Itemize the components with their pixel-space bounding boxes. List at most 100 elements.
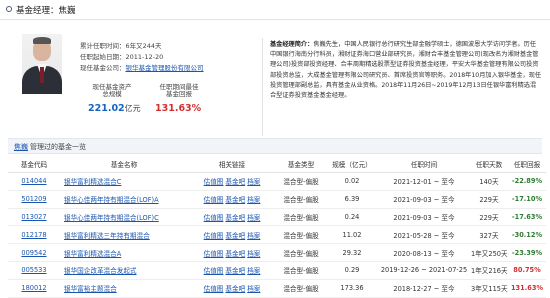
fund-scale: 173.36 bbox=[326, 279, 378, 298]
col-header-period: 任职时间 bbox=[378, 156, 470, 173]
col-header-type: 基金类型 bbox=[276, 156, 326, 173]
tenure-days: 229天 bbox=[470, 190, 508, 209]
fund-name-link[interactable]: 银华国企改革混合发起式 bbox=[64, 267, 137, 275]
table-row: 005533 银华国企改革混合发起式 估值图 基金吧 档案 混合型-偏股 0.29 2019-… bbox=[8, 261, 546, 280]
fund-code-link[interactable]: 014044 bbox=[21, 177, 46, 185]
fund-history-table: 基金代码 基金名称 相关链接 基金类型 规模（亿元） 任职时间 任职天数 任职回… bbox=[8, 156, 546, 298]
table-row: 501209 银华心佳两年持有期混合(LOF)A 估值图 基金吧 档案 混合型-偏股 6.3… bbox=[8, 190, 546, 209]
col-header-links: 相关链接 bbox=[188, 156, 276, 173]
fund-forum-link[interactable]: 基金吧 bbox=[225, 267, 245, 275]
fund-code-link[interactable]: 013027 bbox=[21, 213, 46, 221]
tenure-period: 2021-09-03 ~ 至今 bbox=[378, 208, 470, 227]
valuation-chart-link[interactable]: 估值图 bbox=[204, 250, 224, 258]
tenure-period: 2019-12-26 ~ 2021-07-25 bbox=[378, 261, 470, 280]
fund-scale: 29.32 bbox=[326, 243, 378, 262]
fund-type: 混合型-偏股 bbox=[276, 243, 326, 262]
tenure-return: 80.75% bbox=[508, 261, 546, 280]
col-header-name: 基金名称 bbox=[60, 156, 188, 173]
fund-type: 混合型-偏股 bbox=[276, 279, 326, 298]
fund-name-link[interactable]: 银华富利精选三年持有期混合 bbox=[64, 232, 150, 240]
history-manager-link[interactable]: 焦巍 bbox=[14, 142, 28, 152]
tenure-value: 6年又244天 bbox=[125, 42, 162, 50]
tenure-days: 140天 bbox=[470, 172, 508, 191]
fund-profile-link[interactable]: 档案 bbox=[247, 232, 260, 240]
table-header-row: 基金代码 基金名称 相关链接 基金类型 规模（亿元） 任职时间 任职天数 任职回… bbox=[8, 156, 546, 173]
fund-name-link[interactable]: 银华富裕主题混合 bbox=[64, 285, 117, 293]
best-return-value: 131.63% bbox=[155, 103, 202, 114]
tenure-period: 2020-08-13 ~ 至今 bbox=[378, 243, 470, 262]
fund-code-link[interactable]: 501209 bbox=[21, 195, 46, 203]
fund-profile-link[interactable]: 档案 bbox=[247, 250, 260, 258]
table-row: 180012 银华富裕主题混合 估值图 基金吧 档案 混合型-偏股 173.36 2018-1… bbox=[8, 279, 546, 298]
fund-scale: 11.02 bbox=[326, 225, 378, 245]
fund-forum-link[interactable]: 基金吧 bbox=[225, 232, 245, 240]
fund-scale: 0.02 bbox=[326, 172, 378, 191]
fund-type: 混合型-偏股 bbox=[276, 225, 326, 245]
tenure-return: -30.12% bbox=[508, 225, 546, 245]
col-header-code: 基金代码 bbox=[8, 156, 60, 173]
fund-scale: 6.39 bbox=[326, 190, 378, 209]
company-link[interactable]: 银华基金管理股份有限公司 bbox=[126, 64, 204, 72]
col-header-return: 任职回报 bbox=[508, 156, 546, 173]
fund-type: 混合型-偏股 bbox=[276, 208, 326, 227]
tenure-label: 累计任职时间： bbox=[80, 42, 126, 50]
tenure-period: 2021-09-03 ~ 至今 bbox=[378, 190, 470, 209]
best-return-label: 任职期间最佳 基金回报 bbox=[159, 83, 199, 98]
start-date-row: 任职起始日期：2011-12-20 bbox=[80, 51, 163, 61]
start-date-label: 任职起始日期： bbox=[80, 53, 126, 61]
fund-scale: 0.24 bbox=[326, 208, 378, 227]
assets-label: 现任基金资产 总规模 bbox=[92, 83, 132, 98]
tenure-days: 3年又115天 bbox=[470, 279, 508, 298]
circle-bullet-icon bbox=[6, 6, 12, 12]
fund-code-link[interactable]: 012178 bbox=[21, 231, 46, 239]
fund-profile-link[interactable]: 档案 bbox=[247, 214, 260, 222]
valuation-chart-link[interactable]: 估值图 bbox=[204, 214, 224, 222]
fund-forum-link[interactable]: 基金吧 bbox=[225, 214, 245, 222]
manager-photo bbox=[22, 34, 62, 94]
start-date-value: 2011-12-20 bbox=[125, 53, 164, 61]
tenure-row: 累计任职时间：6年又244天 bbox=[80, 40, 162, 50]
fund-name-link[interactable]: 银华心佳两年持有期混合(LOF)A bbox=[64, 196, 159, 204]
fund-name-link[interactable]: 银华富利精选混合C bbox=[64, 178, 121, 186]
valuation-chart-link[interactable]: 估值图 bbox=[204, 232, 224, 240]
intro-text: 焦巍先生，中国人民银行总行研究生部金融学硕士，德国波恩大学访问学者。历任中国银行… bbox=[270, 41, 542, 100]
fund-forum-link[interactable]: 基金吧 bbox=[225, 178, 245, 186]
table-row: 014044 银华富利精选混合C 估值图 基金吧 档案 混合型-偏股 0.02 2021-12… bbox=[8, 172, 546, 191]
tenure-return: -23.39% bbox=[508, 243, 546, 262]
fund-scale: 0.29 bbox=[326, 261, 378, 280]
fund-name-link[interactable]: 银华心佳两年持有期混合(LOF)C bbox=[64, 214, 159, 222]
tenure-period: 2021-05-28 ~ 至今 bbox=[378, 225, 470, 245]
assets-value: 221.02亿元 bbox=[88, 103, 141, 114]
tenure-days: 1年又250天 bbox=[470, 243, 508, 262]
tenure-days: 229天 bbox=[470, 208, 508, 227]
valuation-chart-link[interactable]: 估值图 bbox=[204, 267, 224, 275]
tenure-return: -22.89% bbox=[508, 172, 546, 191]
fund-type: 混合型-偏股 bbox=[276, 172, 326, 191]
divider bbox=[262, 38, 263, 136]
fund-profile-link[interactable]: 档案 bbox=[247, 196, 260, 204]
fund-type: 混合型-偏股 bbox=[276, 261, 326, 280]
col-header-days: 任职天数 bbox=[470, 156, 508, 173]
valuation-chart-link[interactable]: 估值图 bbox=[204, 285, 224, 293]
fund-name-link[interactable]: 银华富利精选混合A bbox=[64, 250, 121, 258]
fund-code-link[interactable]: 180012 bbox=[21, 284, 46, 292]
fund-profile-link[interactable]: 档案 bbox=[247, 178, 260, 186]
history-title: 管理过的基金一览 bbox=[30, 143, 86, 151]
col-header-scale: 规模（亿元） bbox=[326, 156, 378, 173]
fund-code-link[interactable]: 005533 bbox=[21, 266, 46, 274]
table-row: 013027 银华心佳两年持有期混合(LOF)C 估值图 基金吧 档案 混合型-偏股 0.2… bbox=[8, 208, 546, 227]
manager-intro: 基金经理简介：焦巍先生，中国人民银行总行研究生部金融学硕士，德国波恩大学访问学者… bbox=[270, 40, 542, 101]
fund-forum-link[interactable]: 基金吧 bbox=[225, 285, 245, 293]
assets-unit: 亿元 bbox=[124, 104, 141, 113]
tenure-return: -17.10% bbox=[508, 190, 546, 209]
valuation-chart-link[interactable]: 估值图 bbox=[204, 196, 224, 204]
section-header: 基金经理：焦巍 bbox=[0, 0, 550, 20]
fund-code-link[interactable]: 009542 bbox=[21, 249, 46, 257]
fund-profile-link[interactable]: 档案 bbox=[247, 285, 260, 293]
fund-forum-link[interactable]: 基金吧 bbox=[225, 250, 245, 258]
valuation-chart-link[interactable]: 估值图 bbox=[204, 178, 224, 186]
tenure-return: -17.63% bbox=[508, 208, 546, 227]
fund-forum-link[interactable]: 基金吧 bbox=[225, 196, 245, 204]
section-title: 基金经理：焦巍 bbox=[16, 6, 76, 16]
fund-profile-link[interactable]: 档案 bbox=[247, 267, 260, 275]
